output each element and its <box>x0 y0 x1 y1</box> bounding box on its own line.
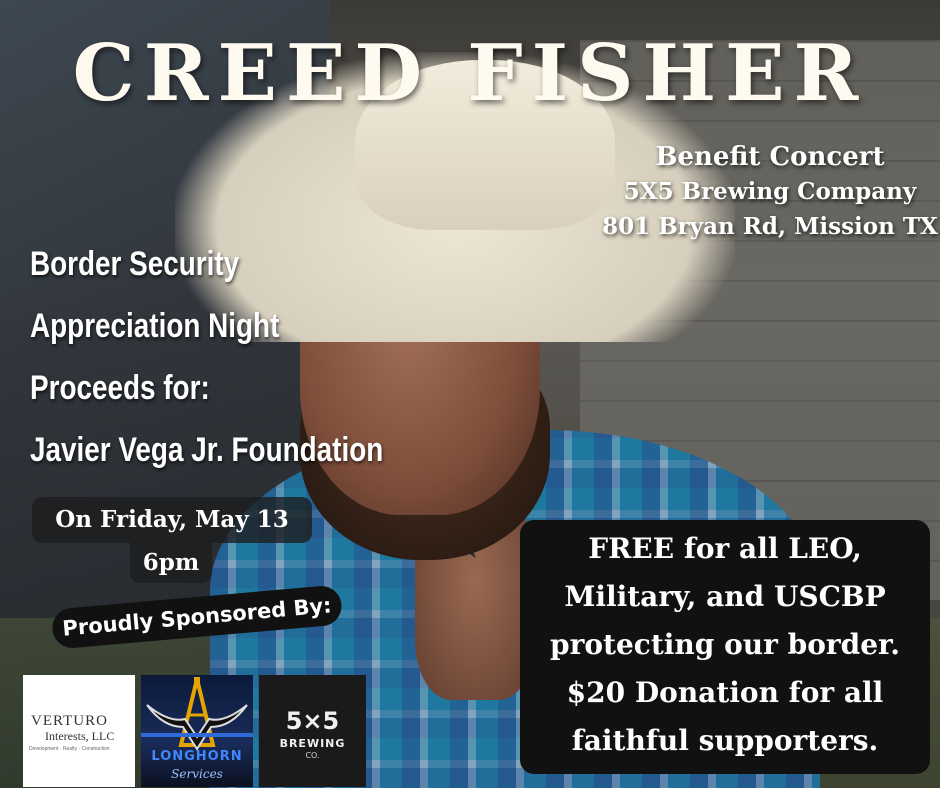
promo-line-4: $20 Donation for all <box>566 676 884 709</box>
headline-title: CREED FISHER <box>72 28 868 119</box>
verturo-name: VERTURO <box>31 713 108 729</box>
cause-line-1: Border Security <box>30 245 240 283</box>
cause-line-4: Javier Vega Jr. Foundation <box>30 431 384 469</box>
sponsor-logo-verturo: VERTURO Interests, LLC Development · Rea… <box>23 675 135 787</box>
admission-promo-panel: FREE for all LEO, Military, and USCBP pr… <box>520 520 930 774</box>
sponsor-logo-5x5-brewing: 5×5 BREWING CO. <box>259 675 366 787</box>
venue-benefit-concert: Benefit Concert <box>655 142 885 172</box>
longhorn-sub: Services <box>171 767 223 781</box>
brewing-co: CO. <box>305 751 320 760</box>
cause-line-2: Appreciation Night <box>30 307 280 345</box>
verturo-tagline: Development · Realty · Construction <box>29 746 110 752</box>
event-time: 6pm <box>130 543 212 583</box>
cause-line-3: Proceeds for: <box>30 369 210 407</box>
brewing-name: BREWING <box>279 737 346 750</box>
promo-line-2: Military, and USCBP <box>564 580 886 613</box>
event-date: On Friday, May 13 <box>32 497 312 543</box>
promo-line-3: protecting our border. <box>550 628 900 661</box>
venue-address: 801 Bryan Rd, Mission TX <box>602 213 938 240</box>
venue-brewing-company: 5X5 Brewing Company <box>623 178 917 205</box>
promo-line-1: FREE for all LEO, <box>588 532 862 565</box>
brewing-mark: 5×5 <box>285 707 340 735</box>
verturo-sub: Interests, LLC <box>45 729 115 743</box>
longhorn-name: LONGHORN <box>151 749 243 764</box>
promo-line-5: faithful supporters. <box>571 724 879 757</box>
sponsor-logo-longhorn: LONGHORN Services <box>141 675 253 787</box>
